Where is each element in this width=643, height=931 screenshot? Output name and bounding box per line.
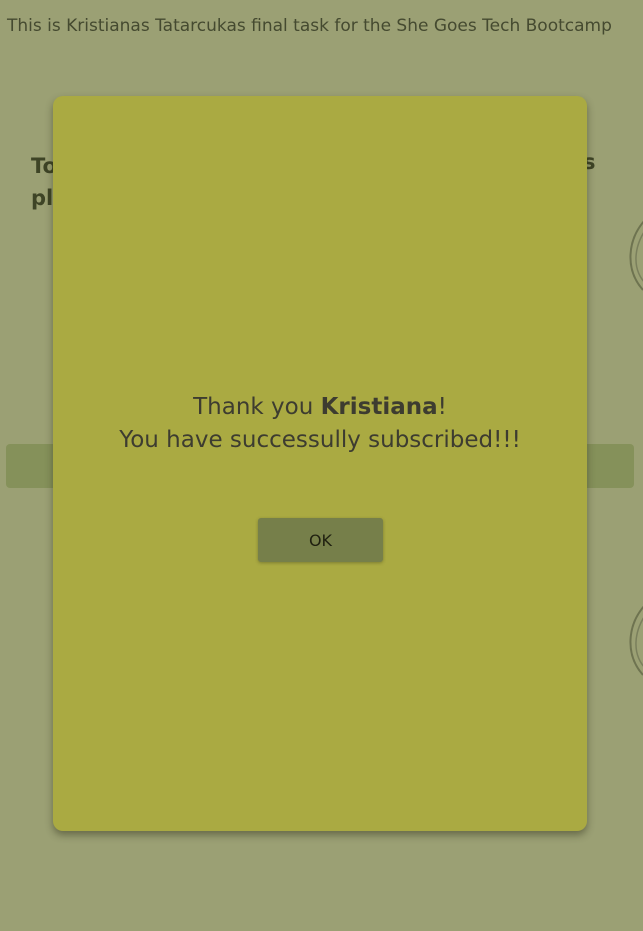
page: This is Kristianas Tatarcukas final task… <box>0 0 643 931</box>
page-header-text: This is Kristianas Tatarcukas final task… <box>7 16 612 36</box>
subscription-success-modal: Thank you Kristiana! You have successull… <box>53 96 587 831</box>
subscribed-confirmation: You have successully subscribed!!! <box>119 427 521 453</box>
thank-you-suffix: ! <box>437 394 447 420</box>
modal-message: Thank you Kristiana! You have successull… <box>53 391 587 457</box>
decorative-curve-icon <box>629 220 643 291</box>
decorative-curve-icon <box>629 605 643 676</box>
thank-you-prefix: Thank you <box>193 394 321 420</box>
subscriber-name: Kristiana <box>320 394 438 420</box>
thank-you-line: Thank you Kristiana! <box>53 391 587 424</box>
ok-button[interactable]: OK <box>258 518 383 562</box>
